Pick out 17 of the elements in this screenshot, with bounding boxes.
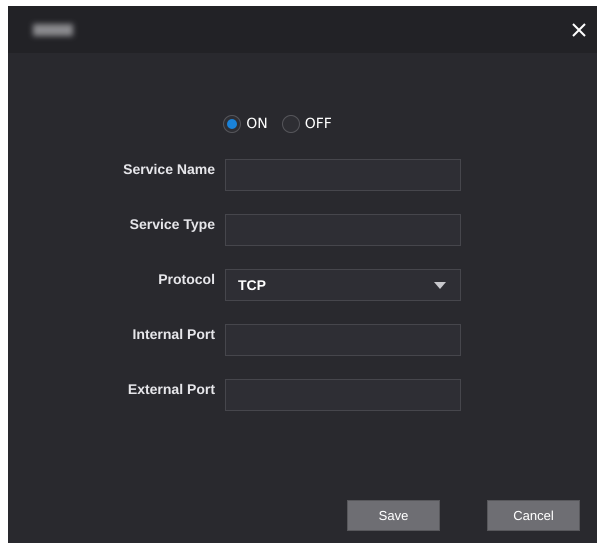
input-field[interactable]	[225, 159, 461, 191]
caret-icon	[434, 282, 446, 288]
field-label: Service Name	[122, 160, 215, 177]
radio-option[interactable]: ON	[223, 115, 268, 133]
protocol-dropdown[interactable]: TCP	[225, 269, 461, 301]
radio-option[interactable]: OFF	[282, 115, 332, 133]
input-field[interactable]	[225, 214, 461, 246]
blurred-title	[33, 24, 73, 36]
field-label: Protocol	[157, 270, 215, 287]
input-field[interactable]	[225, 324, 461, 356]
field-label: Internal Port	[132, 325, 215, 342]
dialog-button[interactable]: Cancel	[487, 500, 580, 531]
dialog-button[interactable]: Save	[347, 500, 440, 531]
field-label: External Port	[126, 380, 215, 397]
close-icon[interactable]	[571, 22, 587, 38]
input-field[interactable]	[225, 379, 461, 411]
field-label: Service Type	[128, 215, 215, 232]
